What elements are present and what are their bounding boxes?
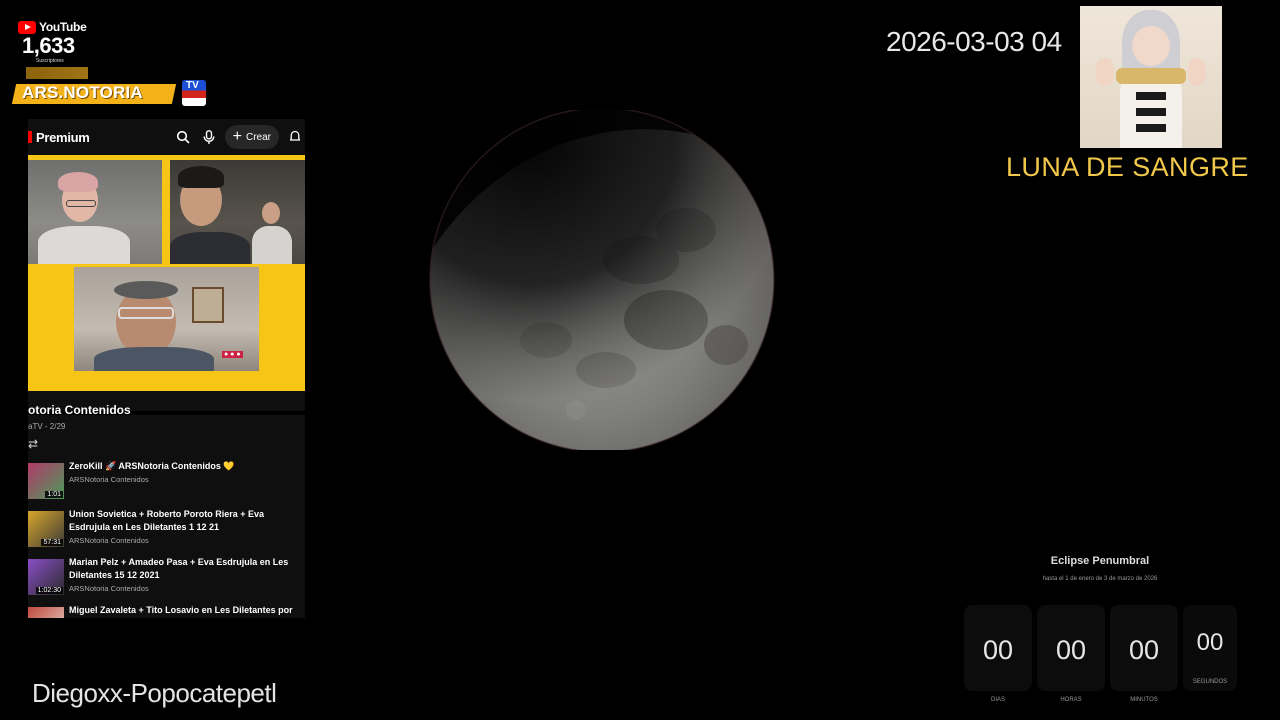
- video-thumbnail[interactable]: 57:31: [28, 511, 64, 547]
- skyline-graphic: [26, 67, 88, 79]
- duration-badge: 1:02:30: [35, 587, 63, 594]
- youtube-wordmark: YouTube: [39, 20, 87, 34]
- moon-image: [426, 107, 778, 453]
- webcam-overlay: [1080, 6, 1222, 148]
- channel-logo-banner: ARS.NOTORIA TV: [11, 80, 206, 106]
- video-title[interactable]: ZeroKill 🚀 ARSNotoria Contenidos 💛: [69, 460, 305, 473]
- video-title[interactable]: Union Sovietica + Roberto Poroto Riera +…: [69, 508, 305, 534]
- datetime-display: 2026-03-03 04: [886, 26, 1062, 57]
- playlist: 1:01 ZeroKill 🚀 ARSNotoria Contenidos 💛 …: [28, 460, 305, 618]
- list-item[interactable]: 1:02:30 Marian Pelz + Amadeo Pasa + Eva …: [28, 556, 305, 602]
- subscriber-count: 1,633: [22, 33, 75, 58]
- channel-logo: ARS.NOTORIA: [22, 83, 143, 102]
- video-participant-1: [28, 160, 162, 264]
- countdown-minutes: 00 MINUTOS: [1110, 605, 1178, 703]
- list-item[interactable]: Miguel Zavaleta + Tito Losavio en Les Di…: [28, 604, 305, 618]
- eclipse-label: Eclipse Penumbral: [1050, 555, 1150, 567]
- subscriber-badge: YouTube 1,633 Suscriptores: [18, 20, 90, 82]
- youtube-topbar: Premium + Crear: [28, 119, 305, 155]
- video-thumbnail[interactable]: 1:02:30: [28, 559, 64, 595]
- video-thumbnail[interactable]: 1:01: [28, 463, 64, 499]
- youtube-logo-icon: [18, 20, 36, 34]
- countdown-hours: 00 HORAS: [1037, 605, 1105, 703]
- channel-watermark: ● ● ●: [222, 351, 243, 358]
- tv-badge-icon: TV: [182, 80, 206, 106]
- stream-title: LUNA DE SANGRE: [1006, 152, 1249, 182]
- duration-badge: 57:31: [41, 539, 63, 546]
- create-label: Crear: [245, 131, 271, 143]
- youtube-panel: Premium + Crear ● ● ● otoria Contenidos …: [28, 119, 305, 618]
- subscriber-label: Suscriptores: [36, 58, 64, 64]
- youtube-logo-icon[interactable]: [28, 131, 32, 143]
- playlist-title[interactable]: otoria Contenidos: [28, 403, 131, 417]
- video-player[interactable]: ● ● ●: [28, 155, 305, 415]
- list-item[interactable]: 1:01 ZeroKill 🚀 ARSNotoria Contenidos 💛 …: [28, 460, 305, 506]
- streamer-username: Diegoxx-Popocatepetl: [32, 678, 277, 708]
- eclipse-subtitle: hasta el 1 de enero de 3 de marzo de 202…: [1042, 576, 1158, 582]
- channel-name[interactable]: ARSNotoria Contenidos: [69, 536, 305, 545]
- countdown-timer: 00 DIAS 00 HORAS 00 MINUTOS 00 SEGUNDOS: [964, 605, 1237, 703]
- video-thumbnail[interactable]: [28, 607, 64, 618]
- premium-label[interactable]: Premium: [36, 130, 90, 145]
- plus-icon: +: [232, 128, 242, 145]
- bell-icon[interactable]: [285, 125, 305, 149]
- channel-name[interactable]: ARSNotoria Contenidos: [69, 584, 305, 593]
- shuffle-icon[interactable]: ⇄: [28, 437, 38, 451]
- channel-name[interactable]: ARSNotoria Contenidos: [69, 475, 305, 484]
- mic-icon[interactable]: [199, 125, 219, 149]
- duration-badge: 1:01: [45, 491, 63, 498]
- search-icon[interactable]: [173, 125, 193, 149]
- video-title[interactable]: Marian Pelz + Amadeo Pasa + Eva Esdrujul…: [69, 556, 305, 582]
- video-participant-2: [170, 160, 305, 264]
- playlist-subtitle: aTV - 2/29: [28, 422, 66, 431]
- list-item[interactable]: 57:31 Union Sovietica + Roberto Poroto R…: [28, 508, 305, 554]
- countdown-seconds: 00 SEGUNDOS: [1183, 605, 1237, 691]
- video-title[interactable]: Miguel Zavaleta + Tito Losavio en Les Di…: [69, 604, 305, 618]
- countdown-days: 00 DIAS: [964, 605, 1032, 703]
- create-button[interactable]: + Crear: [224, 125, 279, 149]
